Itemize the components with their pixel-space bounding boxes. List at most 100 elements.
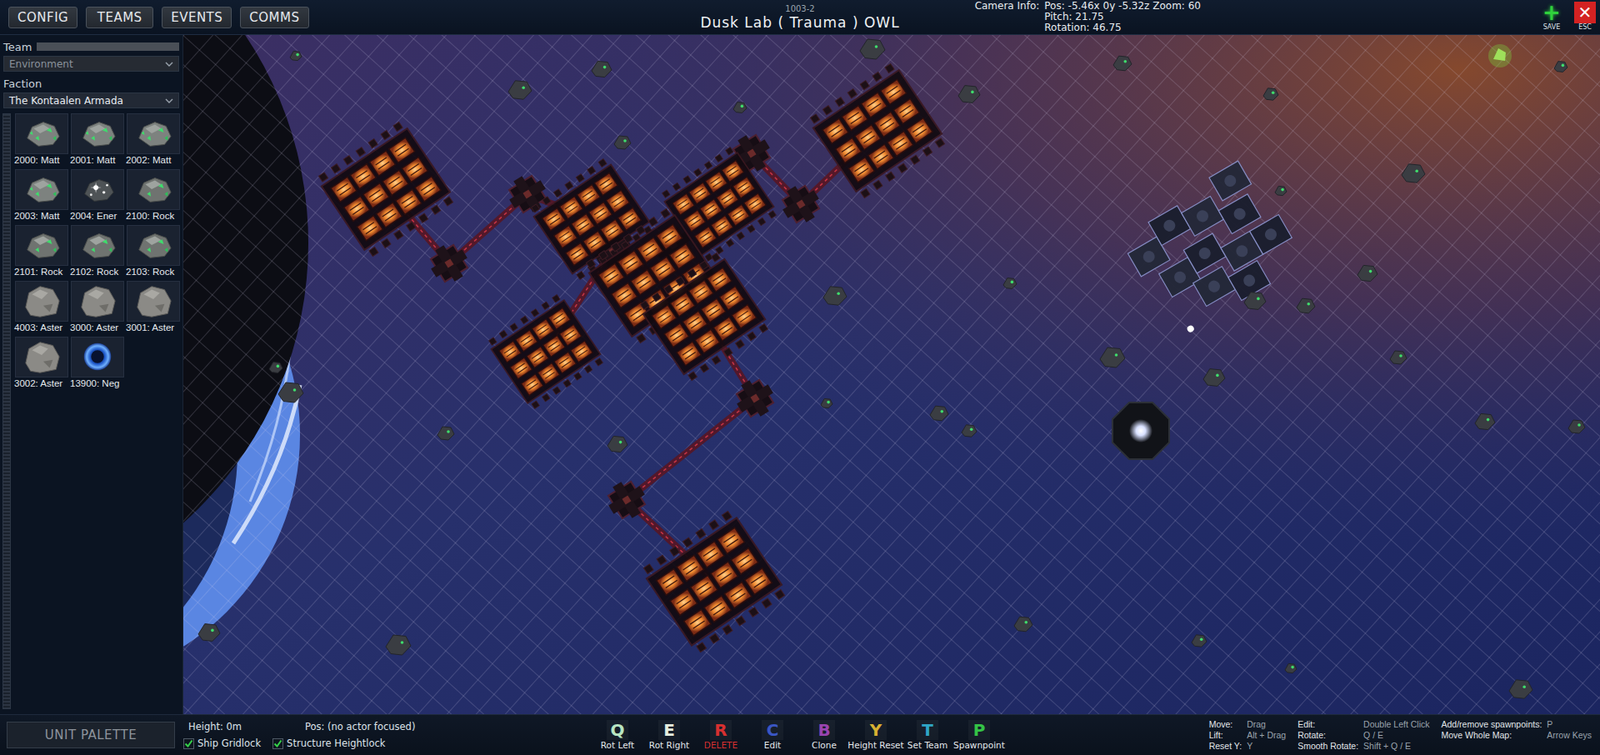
unit-tile[interactable]: 2101: Rock	[14, 225, 70, 281]
hotkey-letter[interactable]: E	[658, 720, 680, 740]
enemy-base[interactable]	[1115, 156, 1308, 340]
junction-node[interactable]	[730, 373, 781, 425]
hotkey-letter[interactable]: B	[813, 720, 835, 740]
toggle[interactable]: Structure Heightlock	[272, 737, 385, 750]
asteroid[interactable]	[820, 398, 833, 408]
asteroid[interactable]	[1203, 369, 1225, 387]
unit-tile[interactable]: 2003: Matt	[14, 169, 70, 225]
station[interactable]	[807, 61, 948, 200]
asteroid[interactable]	[961, 425, 977, 437]
matter-unit-icon[interactable]	[15, 113, 69, 155]
menu-button[interactable]: EVENTS	[161, 6, 232, 29]
asteroid[interactable]	[437, 426, 455, 440]
asteroid[interactable]	[958, 85, 980, 104]
asteroid[interactable]	[614, 135, 631, 150]
asteroid-unit-icon[interactable]	[15, 280, 69, 322]
rock-unit-icon[interactable]	[126, 225, 180, 266]
hotkey[interactable]: YHeight Reset	[850, 720, 902, 751]
unit-palette-button[interactable]: UNIT PALETTE	[6, 721, 175, 749]
checkbox[interactable]	[183, 738, 195, 750]
station[interactable]	[529, 157, 655, 282]
toggle[interactable]: Ship Gridlock	[183, 737, 261, 750]
hotkey-letter[interactable]: R	[710, 720, 732, 740]
hotkey[interactable]: BClone	[798, 720, 850, 751]
menu-button[interactable]: CONFIG	[8, 6, 78, 29]
menu-button[interactable]: TEAMS	[85, 6, 154, 29]
unit-tile[interactable]: 2102: Rock	[70, 225, 125, 281]
asteroid[interactable]	[860, 39, 885, 60]
hotkey[interactable]: PSpawnpoint	[953, 720, 1005, 751]
unit-tile[interactable]: 3002: Aster	[14, 336, 70, 393]
hotkey-letter[interactable]: C	[761, 720, 784, 740]
asteroid[interactable]	[1014, 616, 1033, 632]
save-icon[interactable]: +	[1540, 1, 1563, 24]
asteroid-unit-icon[interactable]	[126, 280, 180, 322]
asteroid[interactable]	[278, 382, 304, 403]
asteroid[interactable]	[733, 102, 747, 114]
unit-tile[interactable]: 3001: Aster	[125, 280, 181, 337]
unit-tile[interactable]: 13900: Neg	[70, 336, 125, 393]
asteroid[interactable]	[290, 50, 302, 60]
asteroid[interactable]	[591, 60, 612, 77]
hotkey[interactable]: CEdit	[746, 720, 799, 751]
asteroid[interactable]	[1357, 265, 1378, 281]
asteroid[interactable]	[1244, 292, 1266, 310]
asteroid[interactable]	[1263, 88, 1279, 100]
asteroid[interactable]	[269, 362, 283, 374]
asteroid[interactable]	[1100, 347, 1125, 368]
map-canvas[interactable]	[183, 35, 1600, 715]
station[interactable]	[486, 293, 606, 411]
asteroid[interactable]	[1113, 55, 1132, 71]
save-button[interactable]: +SAVE	[1540, 1, 1564, 31]
unit-tile[interactable]: 2001: Matt	[70, 113, 125, 170]
hotkey-letter[interactable]: Q	[606, 720, 629, 740]
asteroid[interactable]	[1191, 635, 1207, 647]
asteroid[interactable]	[1401, 164, 1425, 183]
asteroid[interactable]	[1509, 680, 1533, 699]
asteroid[interactable]	[607, 435, 628, 452]
beacon[interactable]	[1112, 402, 1170, 460]
hotkey[interactable]: QRot Left	[591, 720, 644, 751]
unit-tile[interactable]: 2004: Ener	[70, 169, 125, 225]
unit-tile[interactable]: 2103: Rock	[125, 225, 181, 281]
close-icon[interactable]: ✕	[1574, 1, 1596, 24]
negative-unit-icon[interactable]	[70, 336, 125, 378]
hotkey-letter[interactable]: Y	[865, 720, 887, 740]
matter-unit-icon[interactable]	[70, 113, 125, 155]
asteroid[interactable]	[1390, 350, 1407, 365]
unit-tile[interactable]: 2000: Matt	[14, 113, 70, 170]
unit-tile[interactable]: 3000: Aster	[70, 280, 125, 337]
station[interactable]	[640, 509, 788, 655]
rock-unit-icon[interactable]	[70, 225, 125, 266]
unit-tile[interactable]: 2002: Matt	[125, 113, 181, 170]
asteroid[interactable]	[1554, 61, 1568, 73]
junction-node[interactable]	[775, 179, 827, 230]
asteroid[interactable]	[1568, 420, 1585, 434]
asteroid[interactable]	[1475, 413, 1495, 430]
asteroid-unit-icon[interactable]	[70, 280, 125, 322]
faction-dropdown[interactable]: The Kontaalen Armada	[3, 92, 180, 109]
asteroid[interactable]	[508, 80, 532, 100]
matter-unit-icon[interactable]	[15, 169, 69, 210]
junction-node[interactable]	[601, 475, 653, 526]
hotkey[interactable]: TSet Team	[901, 720, 954, 751]
rock-unit-icon[interactable]	[126, 169, 180, 210]
asteroid[interactable]	[1275, 185, 1287, 195]
asteroid[interactable]	[1285, 663, 1297, 673]
hotkey[interactable]: ERot Right	[643, 720, 695, 751]
station[interactable]	[315, 120, 456, 259]
map-viewport[interactable]	[183, 35, 1600, 715]
asteroid[interactable]	[1296, 298, 1315, 314]
asteroid[interactable]	[1003, 278, 1017, 290]
crystal-asteroid[interactable]	[1488, 44, 1512, 68]
unit-tile[interactable]: 4003: Aster	[14, 280, 70, 337]
asteroid[interactable]	[198, 624, 220, 642]
asteroid-unit-icon[interactable]	[15, 336, 69, 378]
unit-tile[interactable]: 2100: Rock	[125, 169, 181, 225]
hotkey[interactable]: RDELETE	[695, 720, 747, 751]
energy-unit-icon[interactable]	[70, 169, 125, 210]
junction-node[interactable]	[424, 238, 475, 290]
hotkey-letter[interactable]: T	[916, 720, 939, 740]
asteroid[interactable]	[823, 286, 847, 305]
hotkey-letter[interactable]: P	[968, 720, 990, 740]
